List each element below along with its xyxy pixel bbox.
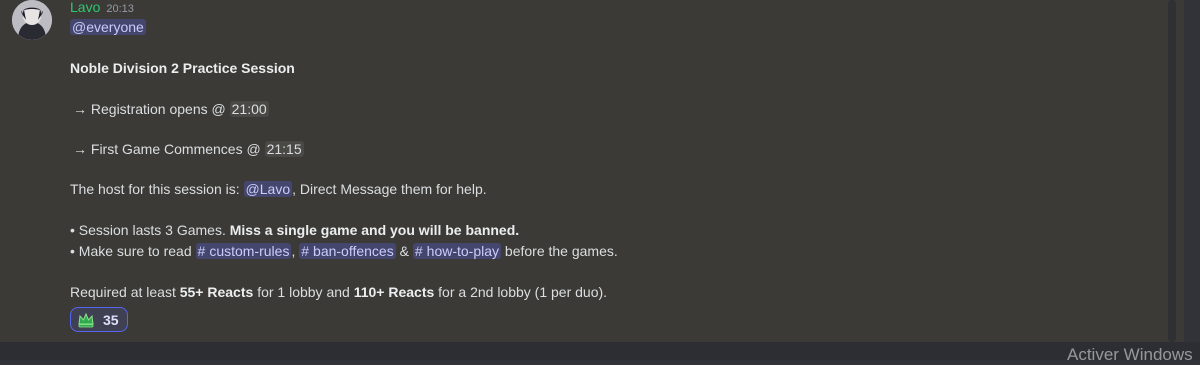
- requirement-text-3: for a 2nd lobby (1 per duo).: [438, 284, 608, 300]
- channel-hash-icon: #: [197, 243, 206, 259]
- reaction-count: 35: [103, 311, 119, 328]
- host-mention[interactable]: @Lavo: [243, 181, 293, 197]
- requirement-bold-1: 55+ Reacts: [179, 284, 254, 300]
- registration-time[interactable]: 21:00: [229, 101, 269, 117]
- registration-text: Registration opens @: [90, 101, 226, 117]
- user-avatar[interactable]: [12, 0, 52, 40]
- avatar-image: [12, 0, 52, 40]
- scrollbar[interactable]: [1168, 0, 1176, 342]
- requirement-bold-2: 110+ Reacts: [353, 284, 435, 300]
- rule-1-warning: Miss a single game and you will be banne…: [229, 222, 520, 238]
- channel-hash-icon: #: [301, 243, 310, 259]
- registration-line: → Registration opens @ 21:00: [70, 99, 269, 119]
- first-game-text: First Game Commences @: [90, 141, 261, 157]
- channel-hash-icon: #: [414, 243, 423, 259]
- message-title: Noble Division 2 Practice Session: [70, 60, 295, 76]
- first-game-line: → First Game Commences @ 21:15: [70, 139, 304, 159]
- rule-2-prefix: • Make sure to read: [70, 243, 192, 259]
- os-watermark: Activer Windows: [1067, 345, 1193, 364]
- author-name[interactable]: Lavo: [70, 0, 100, 15]
- rule-2-line: • Make sure to read # custom-rules, # ban-…: [70, 241, 618, 261]
- rule-1-text: • Session lasts 3 Games.: [70, 222, 226, 238]
- requirement-text-2: for 1 lobby and: [257, 284, 350, 300]
- channel-name: ban-offences: [313, 243, 394, 259]
- channel-name: how-to-play: [426, 243, 500, 259]
- host-line: The host for this session is: @Lavo, Dir…: [70, 179, 487, 199]
- first-game-time[interactable]: 21:15: [264, 141, 304, 157]
- rule-2-suffix: before the games.: [504, 243, 618, 259]
- rule-1-line: • Session lasts 3 Games. Miss a single g…: [70, 220, 519, 240]
- host-prefix: The host for this session is:: [70, 181, 240, 197]
- separator-ampersand: &: [399, 243, 409, 259]
- channel-name: custom-rules: [209, 243, 290, 259]
- channel-link-custom-rules[interactable]: # custom-rules: [195, 243, 292, 259]
- channel-link-ban-offences[interactable]: # ban-offences: [299, 243, 396, 259]
- host-suffix: , Direct Message them for help.: [292, 181, 487, 197]
- separator-comma: ,: [291, 243, 296, 259]
- arrow-icon: →: [73, 101, 87, 117]
- message-timestamp[interactable]: 20:13: [106, 3, 134, 15]
- requirement-line: Required at least 55+ Reacts for 1 lobby…: [70, 282, 607, 302]
- arrow-icon: →: [73, 141, 87, 157]
- reaction-button[interactable]: 35: [70, 307, 128, 332]
- message-title-line: Noble Division 2 Practice Session: [70, 58, 295, 78]
- requirement-text-1: Required at least: [70, 284, 176, 300]
- crown-icon: [78, 312, 94, 327]
- everyone-mention[interactable]: @everyone: [70, 19, 146, 35]
- everyone-line: @everyone: [70, 17, 146, 37]
- message-header: Lavo 20:13: [70, 0, 134, 15]
- channel-link-how-to-play[interactable]: # how-to-play: [412, 243, 502, 259]
- bottom-bar: [0, 342, 1200, 360]
